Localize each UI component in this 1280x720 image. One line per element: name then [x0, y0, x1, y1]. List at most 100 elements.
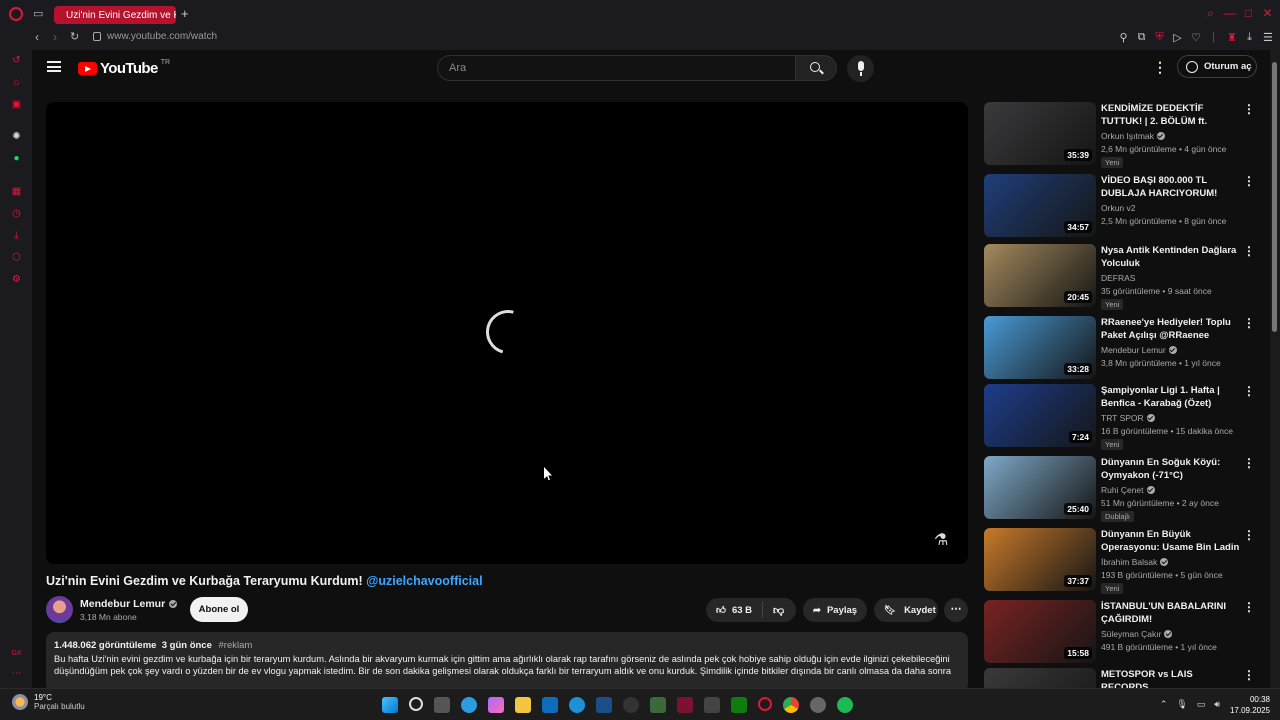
opera-gx-icon[interactable]	[677, 697, 693, 713]
chevron-up-icon[interactable]: ⌃	[1160, 699, 1168, 710]
subscribe-button[interactable]: Abone ol	[190, 597, 248, 622]
like-button[interactable]: 👍︎ 63 B	[706, 602, 764, 618]
recommendation-more-icon[interactable]: ⋮	[1243, 244, 1255, 258]
recommendation-title[interactable]: İSTANBUL'UN BABALARINI ÇAĞIRDIM!	[1101, 600, 1241, 626]
app-icon-gear[interactable]	[810, 697, 826, 713]
new-tab-button[interactable]: +	[181, 7, 193, 21]
opera-icon[interactable]	[758, 697, 772, 711]
settings-more-icon[interactable]: ⋮	[1153, 59, 1167, 76]
app-icon-g[interactable]	[569, 697, 585, 713]
recommendation-more-icon[interactable]: ⋮	[1243, 102, 1255, 116]
steam-icon[interactable]	[596, 697, 612, 713]
history-icon[interactable]: ◷	[11, 208, 22, 219]
recommendation-thumbnail[interactable]: 37:37	[984, 528, 1096, 591]
recommendation-channel[interactable]: Süleyman Çakır	[1101, 629, 1173, 639]
search-taskbar-icon[interactable]	[409, 697, 423, 711]
apps-grid-icon[interactable]: ▦	[11, 186, 22, 197]
network-icon[interactable]: ▭	[1197, 699, 1206, 710]
recommendation-thumbnail[interactable]: 33:28	[984, 316, 1096, 379]
browser-tab-active[interactable]: Uzi'nin Evini Gezdim ve Ku	[54, 6, 176, 24]
vpn-shield-icon[interactable]: ⛨	[1155, 31, 1164, 44]
bag-icon[interactable]: ⌂	[11, 77, 22, 88]
wallet-icon[interactable]: ♜	[1227, 31, 1237, 44]
sidebar-more-icon[interactable]: ⋯	[11, 668, 22, 679]
hashtag-link[interactable]: #reklam	[219, 640, 253, 651]
recommendation-channel[interactable]: Orkun v2	[1101, 203, 1136, 213]
heart-icon[interactable]: ♡	[1191, 31, 1201, 44]
recommendation-thumbnail[interactable]: 25:40	[984, 456, 1096, 519]
signin-button[interactable]: Oturum aç	[1177, 55, 1257, 78]
extensions-icon[interactable]: ⬡	[11, 252, 22, 263]
recommendation-item[interactable]: 20:45 Nysa Antik Kentinden Dağlara Yolcul…	[984, 244, 1255, 310]
dislike-button[interactable]: 👎︎	[763, 604, 784, 617]
recommendation-thumbnail[interactable]: 7:24	[984, 384, 1096, 447]
more-actions-button[interactable]: ⋯	[944, 598, 968, 622]
xbox-icon[interactable]	[731, 697, 747, 713]
search-button[interactable]	[796, 55, 837, 81]
channel-avatar[interactable]	[46, 596, 73, 623]
recommendation-thumbnail[interactable]: 35:39	[984, 102, 1096, 165]
save-button[interactable]: 🔖︎ Kaydet	[874, 598, 938, 622]
recommendation-item[interactable]: 37:37 Dünyanın En Büyük Operasyonu: Usame…	[984, 528, 1255, 594]
gx-icon[interactable]: GX	[11, 648, 22, 659]
recommendation-thumbnail[interactable]: 15:58	[984, 600, 1096, 663]
recommendation-channel[interactable]: TRT SPOR	[1101, 413, 1155, 423]
app-icon-c[interactable]	[623, 697, 639, 713]
voice-search-button[interactable]	[847, 55, 874, 82]
recommendation-title[interactable]: VİDEO BAŞI 800.000 TL DUBLAJA HARCIYORUM…	[1101, 174, 1241, 201]
twitch-icon[interactable]: ▣	[11, 99, 22, 110]
channel-name[interactable]: Mendebur Lemur	[80, 598, 178, 610]
copilot-icon[interactable]	[488, 697, 504, 713]
clock[interactable]: 00:38 17.09.2025	[1230, 694, 1270, 716]
bookmark-pin-icon[interactable]: ⚲	[1119, 31, 1128, 44]
tab-menu-icon[interactable]: ▭	[33, 8, 47, 20]
chatgpt-icon[interactable]: ✺	[11, 131, 22, 142]
recommendation-more-icon[interactable]: ⋮	[1243, 174, 1255, 188]
edge-icon[interactable]	[461, 697, 477, 713]
recommendation-title[interactable]: RRaenee'ye Hediyeler! Toplu Paket Açılış…	[1101, 316, 1241, 342]
play-icon[interactable]: ▷	[1173, 31, 1182, 44]
recommendation-title[interactable]: Şampiyonlar Ligi 1. Hafta | Benfica - Ka…	[1101, 384, 1241, 410]
recommendation-title[interactable]: Dünyanın En Büyük Operasyonu: Usame Bin …	[1101, 528, 1241, 555]
recommendation-channel[interactable]: Mendebur Lemur	[1101, 345, 1177, 355]
app-icon-book[interactable]	[650, 697, 666, 713]
youtube-logo[interactable]: YouTube TR	[78, 59, 170, 77]
recommendation-channel[interactable]: Ruhi Çenet	[1101, 485, 1155, 495]
weather-widget[interactable]: 19°C Parçalı bulutlu	[12, 693, 85, 711]
share-button[interactable]: ➦ Paylaş	[803, 598, 867, 622]
recommendation-thumbnail[interactable]: 34:57	[984, 174, 1096, 237]
reload-button[interactable]: ↻	[70, 30, 79, 43]
download-icon[interactable]: ⤓	[1245, 31, 1254, 44]
recommendation-item[interactable]: 35:39 KENDİMİZE DEDEKTİF TUTTUK! | 2. BÖL…	[984, 102, 1255, 168]
opera-logo-icon[interactable]	[9, 7, 23, 21]
recommendation-title[interactable]: KENDİMİZE DEDEKTİF TUTTUK! | 2. BÖLÜM ft…	[1101, 102, 1241, 129]
mention-link[interactable]: @uzielchavoofficial	[366, 574, 482, 588]
recommendation-item[interactable]: 33:28 RRaenee'ye Hediyeler! Toplu Paket A…	[984, 316, 1255, 382]
whatsapp-icon[interactable]: ●	[11, 153, 22, 164]
recommendation-more-icon[interactable]: ⋮	[1243, 456, 1255, 470]
recommendation-channel[interactable]: DEFRAS	[1101, 273, 1135, 283]
recommendation-channel[interactable]: İbrahim Balsak	[1101, 557, 1169, 567]
file-explorer-icon[interactable]	[515, 697, 531, 713]
recommendation-more-icon[interactable]: ⋮	[1243, 316, 1255, 330]
recommendation-item[interactable]: 25:40 Dünyanın En Soğuk Köyü: Oymyakon (-…	[984, 456, 1255, 522]
recommendation-more-icon[interactable]: ⋮	[1243, 600, 1255, 614]
recommendation-channel[interactable]: Orkun Işıtmak	[1101, 131, 1165, 141]
spotify-icon[interactable]	[837, 697, 853, 713]
recommendation-title[interactable]: Dünyanın En Soğuk Köyü: Oymyakon (-71°C)	[1101, 456, 1241, 482]
recommendation-item[interactable]: 15:58 İSTANBUL'UN BABALARINI ÇAĞIRDIM! Sül…	[984, 600, 1255, 666]
scrollbar-thumb[interactable]	[1272, 62, 1277, 332]
recommendation-more-icon[interactable]: ⋮	[1243, 668, 1255, 682]
close-button[interactable]: ✕	[1258, 6, 1277, 21]
downloads-icon[interactable]: ⤓	[11, 230, 22, 241]
volume-icon[interactable]: 🔊︎	[1214, 699, 1220, 710]
menu-icon[interactable]	[47, 61, 61, 72]
description-box[interactable]: 1.448.062 görüntüleme 3 gün önce #reklam…	[46, 632, 968, 692]
start-icon[interactable]	[382, 697, 398, 713]
search-tabs-icon[interactable]: ⌕	[1201, 6, 1220, 21]
search-input[interactable]: Ara	[437, 55, 796, 81]
task-view-icon[interactable]	[434, 697, 450, 713]
maximize-button[interactable]: □	[1239, 6, 1258, 21]
back-button[interactable]: ‹	[35, 30, 39, 44]
aria-icon[interactable]: ↺	[11, 55, 22, 66]
